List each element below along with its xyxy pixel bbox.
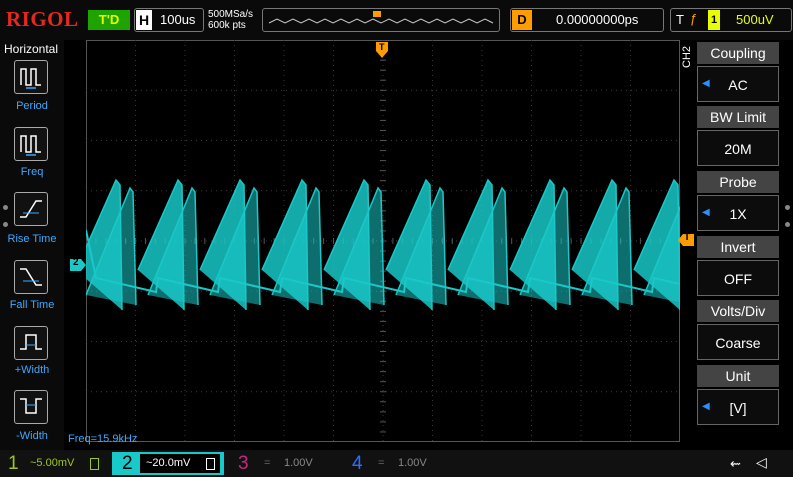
unit-button[interactable]: ◀ [V]	[697, 389, 779, 425]
ch1-number: 1	[8, 453, 19, 474]
frequency-icon	[20, 135, 41, 156]
ch2-offset-text: 2	[73, 257, 79, 268]
volts-div-heading: Volts/Div	[697, 300, 779, 322]
negative-width-button[interactable]	[14, 390, 48, 424]
horizontal-menu: Horizontal Period Freq Rise Time Fall Ti…	[0, 40, 64, 450]
ch2-scale: ~20.0mV	[146, 457, 191, 469]
memory-waveform-overview	[268, 11, 494, 24]
trigger-level: 500uV	[736, 12, 774, 27]
left-side-dot	[3, 205, 8, 210]
sample-rate: 500MSa/s	[208, 9, 254, 20]
period-icon	[20, 68, 41, 89]
fall-time-button[interactable]	[14, 260, 48, 294]
delay-value: 0.00000000ps	[556, 12, 639, 27]
fall-time-icon	[20, 268, 42, 286]
ch1-impedance-icon	[90, 458, 99, 470]
probe-button[interactable]: ◀ 1X	[697, 195, 779, 231]
ch2-impedance-icon	[206, 458, 215, 470]
bw-limit-value: 20M	[724, 141, 752, 157]
timebase-value: 100us	[160, 12, 196, 27]
invert-button[interactable]: OFF	[697, 260, 779, 296]
trigger-position-text: T	[379, 42, 385, 52]
ch1-tab[interactable]: 1 ~5.00mV	[0, 452, 112, 475]
trigger-level-marker[interactable]: T	[678, 232, 694, 246]
coupling-value: AC	[728, 77, 748, 93]
trigger-position-marker[interactable]: T	[376, 42, 388, 58]
channel-tag: CH2	[681, 45, 693, 68]
right-side-dot	[785, 205, 790, 210]
triangle-left-icon: ◀	[702, 207, 710, 218]
rise-time-label: Rise Time	[7, 233, 57, 245]
channel-menu: Coupling ◀ AC BW Limit 20M Probe ◀ 1X In…	[697, 40, 793, 440]
invert-value: OFF	[724, 271, 752, 287]
unit-heading: Unit	[697, 365, 779, 387]
ch3-number: 3	[238, 453, 249, 474]
probe-heading: Probe	[697, 171, 779, 193]
left-side-dot	[3, 222, 8, 227]
triangle-left-icon: ◀	[702, 78, 710, 89]
coupling-button[interactable]: ◀ AC	[697, 66, 779, 102]
ch3-scale: 1.00V	[284, 457, 313, 469]
probe-value: 1X	[729, 206, 747, 222]
waveform-display[interactable]	[86, 40, 680, 442]
menu-title: Horizontal	[4, 42, 59, 56]
ch3-tab[interactable]: 3 = 1.00V	[224, 452, 336, 475]
right-side-dot	[785, 222, 790, 227]
negative-width-icon	[20, 398, 42, 414]
bw-limit-button[interactable]: 20M	[697, 130, 779, 166]
triangle-left-icon: ◀	[702, 401, 710, 412]
period-button[interactable]	[14, 60, 48, 94]
ch2-offset-marker[interactable]: 2	[70, 257, 86, 271]
period-label: Period	[16, 100, 48, 112]
ch4-coupling-icon: =	[378, 457, 385, 469]
positive-width-icon	[20, 334, 42, 350]
usb-icon: ⇜	[730, 456, 741, 471]
fall-time-label: Fall Time	[9, 299, 55, 311]
ch1-scale: ~5.00mV	[30, 457, 75, 469]
rigol-logo: RIGOL	[6, 7, 79, 31]
positive-width-button[interactable]	[14, 326, 48, 360]
run-status-badge[interactable]: T'D	[88, 10, 130, 30]
trigger-level-text: T	[684, 232, 691, 243]
unit-value: [V]	[729, 400, 747, 416]
positive-width-label: +Width	[14, 364, 50, 376]
invert-heading: Invert	[697, 236, 779, 258]
ch2-tab[interactable]: 2 ~20.0mV	[112, 452, 224, 475]
ch4-scale: 1.00V	[398, 457, 427, 469]
negative-width-label: -Width	[16, 430, 48, 442]
top-status-bar: RIGOL T'D H 100us 500MSa/s 600k pts D 0.…	[0, 0, 793, 40]
ch4-number: 4	[352, 453, 363, 474]
coupling-heading: Coupling	[697, 42, 779, 64]
memory-depth: 600k pts	[208, 20, 246, 31]
rise-time-icon	[20, 200, 42, 218]
channel-status-bar: 1 ~5.00mV 2 ~20.0mV 3 = 1.00V 4 = 1.00V …	[0, 450, 793, 477]
volts-div-button[interactable]: Coarse	[697, 324, 779, 360]
memory-position-bar[interactable]	[262, 8, 500, 32]
ch3-coupling-icon: =	[264, 457, 271, 469]
volts-div-value: Coarse	[715, 335, 761, 351]
bw-limit-heading: BW Limit	[697, 106, 779, 128]
freq-label: Freq	[20, 166, 44, 178]
ch2-waveform	[86, 178, 680, 311]
frequency-measurement: Freq=15.9kHz	[68, 433, 138, 445]
ch4-tab[interactable]: 4 = 1.00V	[336, 452, 448, 475]
speaker-icon[interactable]: ◁︎	[756, 454, 767, 471]
rise-time-button[interactable]	[14, 192, 48, 226]
freq-button[interactable]	[14, 127, 48, 161]
ch2-number: 2	[122, 453, 133, 474]
